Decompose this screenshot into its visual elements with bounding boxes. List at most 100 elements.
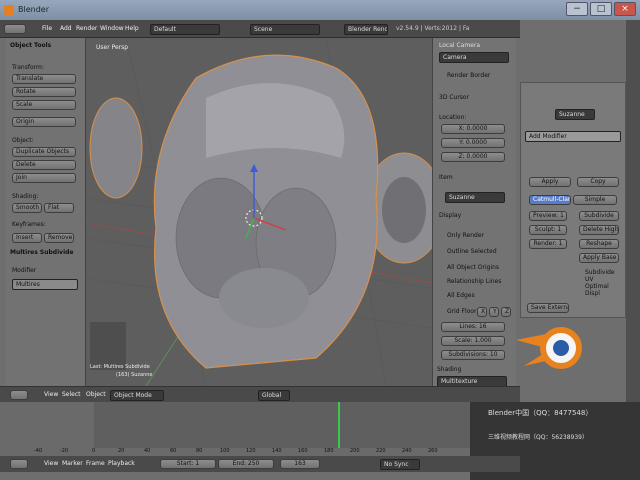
grid-y-toggle[interactable]: Y	[489, 307, 499, 317]
view-menu[interactable]: View	[44, 460, 58, 467]
modifier-field[interactable]: Multires	[12, 279, 78, 290]
object-label: Object:	[12, 137, 34, 144]
simple-button[interactable]: Simple	[573, 195, 617, 205]
scene-select[interactable]: Scene	[250, 24, 320, 35]
current-frame-field[interactable]: 163	[280, 459, 320, 469]
grid-subdivisions-field[interactable]: Subdivisions: 10	[441, 350, 505, 360]
copy-modifier-button[interactable]: Copy	[577, 177, 619, 187]
optimal-display-checkbox[interactable]: Optimal Displ	[585, 283, 625, 297]
rotate-button[interactable]: Rotate	[12, 87, 76, 97]
tool-shelf: Object Tools Transform: Translate Rotate…	[6, 38, 86, 388]
tick: 40	[144, 448, 151, 454]
tick: 0	[92, 448, 96, 454]
render-levels-field[interactable]: Render: 1	[529, 239, 567, 249]
timeline-editor[interactable]: -40 -20 0 20 40 60 80 100 120 140 160 18…	[0, 402, 470, 456]
viewport-scene	[86, 38, 432, 386]
origin-button[interactable]: Origin	[12, 117, 76, 127]
editor-type-icon[interactable]	[10, 390, 28, 400]
menu-add[interactable]: Add	[60, 25, 72, 32]
add-modifier-select[interactable]: Add Modifier	[525, 131, 621, 142]
translate-button[interactable]: Translate	[12, 74, 76, 84]
subdivide-button[interactable]: Subdivide	[579, 211, 619, 221]
maximize-button[interactable]: □	[590, 2, 612, 16]
properties-editor: Suzanne Add Modifier Apply Copy Catmull-…	[520, 82, 626, 318]
preview-levels-field[interactable]: Preview: 1	[529, 211, 567, 221]
apply-modifier-button[interactable]: Apply	[529, 177, 571, 187]
menu-file[interactable]: File	[42, 25, 52, 32]
all-object-origins-checkbox[interactable]: All Object Origins	[447, 264, 499, 271]
grid-x-toggle[interactable]: X	[477, 307, 487, 317]
select-menu[interactable]: Select	[62, 391, 81, 398]
grid-floor-checkbox[interactable]: Grid Floor	[447, 308, 476, 315]
render-border-toggle[interactable]: Render Border	[447, 72, 490, 79]
tick: 160	[298, 448, 308, 454]
insert-keyframe-button[interactable]: Insert	[12, 233, 42, 243]
minimize-button[interactable]: −	[566, 2, 588, 16]
delete-higher-button[interactable]: Delete Higher	[579, 225, 619, 235]
remove-keyframe-button[interactable]: Remove	[44, 233, 74, 243]
reshape-button[interactable]: Reshape	[579, 239, 619, 249]
scale-button[interactable]: Scale	[12, 100, 76, 110]
sync-mode-select[interactable]: No Sync	[380, 459, 420, 470]
scene-stats: v2.54.9 | Verts:2012 | Fa	[396, 25, 470, 32]
screen-layout-select[interactable]: Default	[150, 24, 220, 35]
menu-render[interactable]: Render	[76, 25, 97, 32]
shading-label: Shading:	[12, 193, 39, 200]
tick: 60	[170, 448, 177, 454]
object-name-field[interactable]: Suzanne	[445, 192, 505, 203]
save-external-button[interactable]: Save External	[527, 303, 569, 313]
relationship-lines-checkbox[interactable]: Relationship Lines	[447, 278, 501, 285]
duplicate-objects-button[interactable]: Duplicate Objects	[12, 147, 76, 157]
join-button[interactable]: Join	[12, 173, 76, 183]
shading-panel-title[interactable]: Shading	[437, 366, 461, 373]
3d-viewport[interactable]: User Persp Last: Multires Subdivide (163…	[86, 38, 432, 386]
start-frame-field[interactable]: Start: 1	[160, 459, 216, 469]
modifier-label: Modifier	[12, 267, 37, 274]
object-tools-header[interactable]: Object Tools	[10, 42, 51, 49]
sculpt-levels-field[interactable]: Sculpt: 1	[529, 225, 567, 235]
item-panel-title[interactable]: Item	[439, 174, 453, 181]
view-menu[interactable]: View	[44, 391, 58, 398]
editor-type-icon[interactable]	[4, 24, 26, 34]
close-button[interactable]: ×	[614, 2, 636, 16]
transform-orientation-select[interactable]: Global	[258, 390, 290, 401]
end-frame-field[interactable]: End: 250	[218, 459, 274, 469]
grid-z-toggle[interactable]: Z	[501, 307, 511, 317]
editor-type-icon[interactable]	[10, 459, 28, 469]
smooth-button[interactable]: Smooth	[12, 203, 42, 213]
render-engine-select[interactable]: Blender Render	[344, 24, 388, 35]
grid-lines-field[interactable]: Lines: 16	[441, 322, 505, 332]
grid-scale-field[interactable]: Scale: 1.000	[441, 336, 505, 346]
cursor-z-field[interactable]: Z: 0.0000	[441, 152, 505, 162]
outline-selected-checkbox[interactable]: Outline Selected	[447, 248, 497, 255]
mode-select[interactable]: Object Mode	[110, 390, 164, 401]
display-panel-title[interactable]: Display	[439, 212, 461, 219]
subdivide-uv-checkbox[interactable]: Subdivide UV	[585, 269, 625, 283]
catmull-clark-button[interactable]: Catmull-Clark	[529, 195, 571, 205]
cursor-x-field[interactable]: X: 0.0000	[441, 124, 505, 134]
tick: 80	[196, 448, 203, 454]
timeline-area[interactable]	[94, 402, 470, 448]
apply-base-button[interactable]: Apply Base	[579, 253, 619, 263]
frame-menu[interactable]: Frame	[86, 460, 105, 467]
all-edges-checkbox[interactable]: All Edges	[447, 292, 475, 299]
menu-window[interactable]: Window	[100, 25, 124, 32]
3d-cursor-panel-title[interactable]: 3D Cursor	[439, 94, 469, 101]
tick: 140	[272, 448, 282, 454]
watermark-line-2: 三维视频教程网（QQ：56238939）	[488, 434, 588, 441]
menu-help[interactable]: Help	[125, 25, 139, 32]
marker-menu[interactable]: Marker	[62, 460, 83, 467]
delete-button[interactable]: Delete	[12, 160, 76, 170]
only-render-checkbox[interactable]: Only Render	[447, 232, 484, 239]
view-mode-label: User Persp	[96, 44, 129, 51]
object-menu[interactable]: Object	[86, 391, 106, 398]
current-frame-marker[interactable]	[338, 402, 340, 448]
tick: 240	[402, 448, 412, 454]
location-label: Location:	[439, 114, 467, 121]
tick: 180	[324, 448, 334, 454]
flat-button[interactable]: Flat	[44, 203, 74, 213]
camera-field[interactable]: Camera	[439, 52, 509, 63]
playback-menu[interactable]: Playback	[108, 460, 135, 467]
operator-panel-title[interactable]: Multires Subdivide	[10, 249, 73, 256]
cursor-y-field[interactable]: Y: 0.0000	[441, 138, 505, 148]
